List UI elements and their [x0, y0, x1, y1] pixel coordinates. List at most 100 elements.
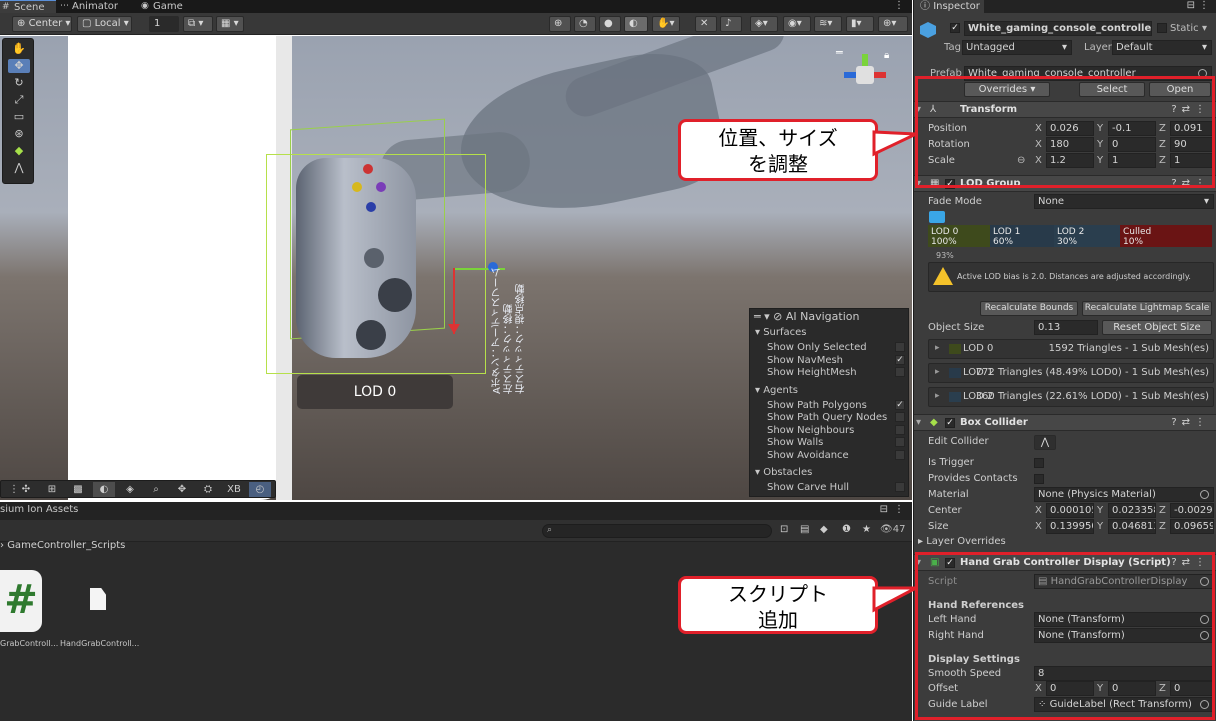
kebab-menu-icon[interactable]: ⋮	[1199, 0, 1209, 11]
2d-toggle-icon[interactable]: ✕	[695, 16, 717, 32]
transform-tool-icon[interactable]: ⊛	[8, 127, 30, 141]
show-navmesh-checkbox[interactable]: ✓	[895, 355, 905, 365]
effects-toggle-icon[interactable]: ◈▾	[750, 16, 778, 32]
lod-row-0[interactable]: ▸ LOD 0 1592 Triangles - 1 Sub Mesh(es)	[928, 339, 1214, 359]
lod-row-2[interactable]: ▸ LOD 2 360 Triangles (22.61% LOD0) - 1 Su…	[928, 387, 1214, 407]
edit-collider-button[interactable]: ⋀	[1034, 435, 1056, 450]
material-field[interactable]: None (Physics Material)	[1034, 487, 1214, 502]
probe-icon[interactable]: ⛭	[197, 482, 219, 497]
sphere-icon[interactable]: ◐	[93, 482, 115, 497]
pivot-dropdown[interactable]: ⊕ Center ▾	[12, 16, 72, 32]
layers-stack-icon[interactable]: ◈	[119, 482, 141, 497]
file-icon[interactable]	[90, 588, 106, 610]
size-z-input[interactable]: 0.096599	[1170, 519, 1214, 534]
lod-segment-culled[interactable]: Culled 10%	[1120, 225, 1212, 247]
assets-tab[interactable]: sium Ion Assets	[0, 504, 78, 515]
recalculate-lightmap-button[interactable]: Recalculate Lightmap Scale	[1082, 301, 1212, 316]
layers-icon[interactable]: ≋▾	[814, 16, 842, 32]
active-checkbox[interactable]: ✓	[950, 23, 960, 33]
box-collider-header[interactable]: ▾ ◆ ✓ Box Collider ?⇄⋮	[914, 414, 1216, 431]
layer-overrides-foldout[interactable]: ▸ Layer Overrides	[918, 534, 1006, 549]
shaded-wireframe-icon[interactable]: ◔	[574, 16, 596, 32]
obstacles-header[interactable]: ▾ Obstacles	[755, 467, 812, 479]
lod-segment-2[interactable]: LOD 2 30%	[1054, 225, 1120, 247]
lit-shading-icon[interactable]: ◐	[624, 16, 648, 32]
favorite-icon[interactable]: ★	[862, 524, 871, 535]
orientation-gizmo[interactable]: ═ 🔒︎	[834, 46, 894, 106]
scale-tool-icon[interactable]: ⤢	[8, 93, 30, 107]
hand-tool-icon[interactable]: ✋▾	[652, 16, 680, 32]
lod-segment-1[interactable]: LOD 1 60%	[990, 225, 1054, 247]
show-path-polygons-checkbox[interactable]: ✓	[895, 400, 905, 410]
mesh-icon[interactable]: ▩	[67, 482, 89, 497]
info-icon[interactable]: ❶	[842, 524, 851, 535]
provides-contacts-checkbox[interactable]	[1034, 474, 1044, 484]
recalculate-bounds-button[interactable]: Recalculate Bounds	[980, 301, 1078, 316]
breadcrumb[interactable]: › GameController_Scripts	[0, 540, 125, 551]
is-trigger-checkbox[interactable]	[1034, 458, 1044, 468]
xb-button[interactable]: XB	[223, 482, 245, 497]
center-y-input[interactable]: 0.023358	[1108, 503, 1156, 518]
space-dropdown[interactable]: ▢ Local ▾	[77, 16, 132, 32]
lod-segment-0[interactable]: LOD 0 100%	[928, 225, 990, 247]
rotate-tool-icon[interactable]: ↻	[8, 76, 30, 90]
kebab-menu-icon[interactable]: ⋮	[894, 504, 904, 515]
show-heightmesh-checkbox[interactable]	[895, 367, 905, 377]
visibility-eye-icon[interactable]: ◉▾	[783, 16, 811, 32]
tab-animator[interactable]: ⋯ Animator	[58, 0, 128, 13]
csharp-script-icon[interactable]: #	[0, 570, 42, 632]
reset-object-size-button[interactable]: Reset Object Size	[1102, 320, 1212, 335]
unlit-shading-icon[interactable]: ●	[599, 16, 621, 32]
layer-dropdown[interactable]: Default ▾	[1112, 40, 1212, 55]
lock-icon[interactable]: 🔒︎	[884, 50, 889, 61]
tag-dropdown[interactable]: Untagged ▾	[962, 40, 1072, 55]
tab-scene[interactable]: # Scene	[0, 0, 56, 13]
snap-increment-input[interactable]: 1	[149, 16, 179, 32]
object-size-input[interactable]: 0.13	[1034, 320, 1098, 335]
object-name-input[interactable]: White_gaming_console_controller	[964, 21, 1152, 36]
show-avoidance-checkbox[interactable]	[895, 450, 905, 460]
pan-icon[interactable]: ✥	[171, 482, 193, 497]
tab-game[interactable]: ◉ Game	[139, 0, 189, 13]
wireframe-shading-icon[interactable]: ⊕	[549, 16, 571, 32]
static-dropdown-icon[interactable]: ▾	[1202, 21, 1207, 36]
object-picker-icon[interactable]	[1200, 490, 1209, 499]
camera-settings-icon[interactable]: ▮▾	[846, 16, 874, 32]
compass-icon[interactable]: ◴	[249, 482, 271, 497]
box-collider-enabled-checkbox[interactable]: ✓	[945, 418, 955, 428]
tab-inspector[interactable]: ⓘ Inspector	[914, 0, 984, 13]
box-collider-edit-icon[interactable]: ◆	[8, 144, 30, 158]
tag-icon[interactable]: ◆	[820, 524, 828, 535]
static-checkbox[interactable]	[1157, 23, 1167, 33]
show-only-selected-checkbox[interactable]	[895, 342, 905, 352]
camera-icon[interactable]	[929, 211, 945, 223]
lock-icon[interactable]: ⊟	[1187, 0, 1195, 11]
fade-mode-dropdown[interactable]: None ▾	[1034, 194, 1214, 209]
component-menu-icons[interactable]: ?⇄⋮	[1171, 415, 1210, 430]
lighting-toggle-icon[interactable]: ♪	[720, 16, 742, 32]
grid-snap-button[interactable]: ⧉ ▾	[183, 16, 213, 32]
asset-search-input[interactable]: ⌕	[542, 524, 772, 538]
center-x-input[interactable]: 0.000105	[1046, 503, 1094, 518]
show-walls-checkbox[interactable]	[895, 437, 905, 447]
show-path-query-nodes-checkbox[interactable]	[895, 412, 905, 422]
agents-header[interactable]: ▾ Agents	[755, 385, 798, 397]
gizmo-menu-icon[interactable]: ═	[836, 46, 843, 59]
gizmos-icon[interactable]: ⊕▾	[878, 16, 908, 32]
grid-toggle-button[interactable]: ▦ ▾	[216, 16, 244, 32]
rect-tool-icon[interactable]: ▭	[8, 110, 30, 124]
move-snap-icon[interactable]: ✣	[15, 482, 37, 497]
filter-label-icon[interactable]: ▤	[800, 524, 809, 535]
custom-tool-icon[interactable]: ⋀	[8, 161, 30, 175]
align-icon[interactable]: ⊞	[41, 482, 63, 497]
show-carve-hull-checkbox[interactable]	[895, 482, 905, 492]
surfaces-header[interactable]: ▾ Surfaces	[755, 327, 807, 339]
search-zoom-icon[interactable]: ⌕	[145, 482, 167, 497]
size-x-input[interactable]: 0.139950	[1046, 519, 1094, 534]
center-z-input[interactable]: -0.00298	[1170, 503, 1214, 518]
lod-row-1[interactable]: ▸ LOD 1 772 Triangles (48.49% LOD0) - 1 Su…	[928, 363, 1214, 383]
lock-icon[interactable]: ⊟	[880, 504, 888, 515]
filter-type-icon[interactable]: ⊡	[780, 524, 788, 535]
show-neighbours-checkbox[interactable]	[895, 425, 905, 435]
kebab-menu-icon[interactable]: ⋮	[894, 0, 904, 11]
